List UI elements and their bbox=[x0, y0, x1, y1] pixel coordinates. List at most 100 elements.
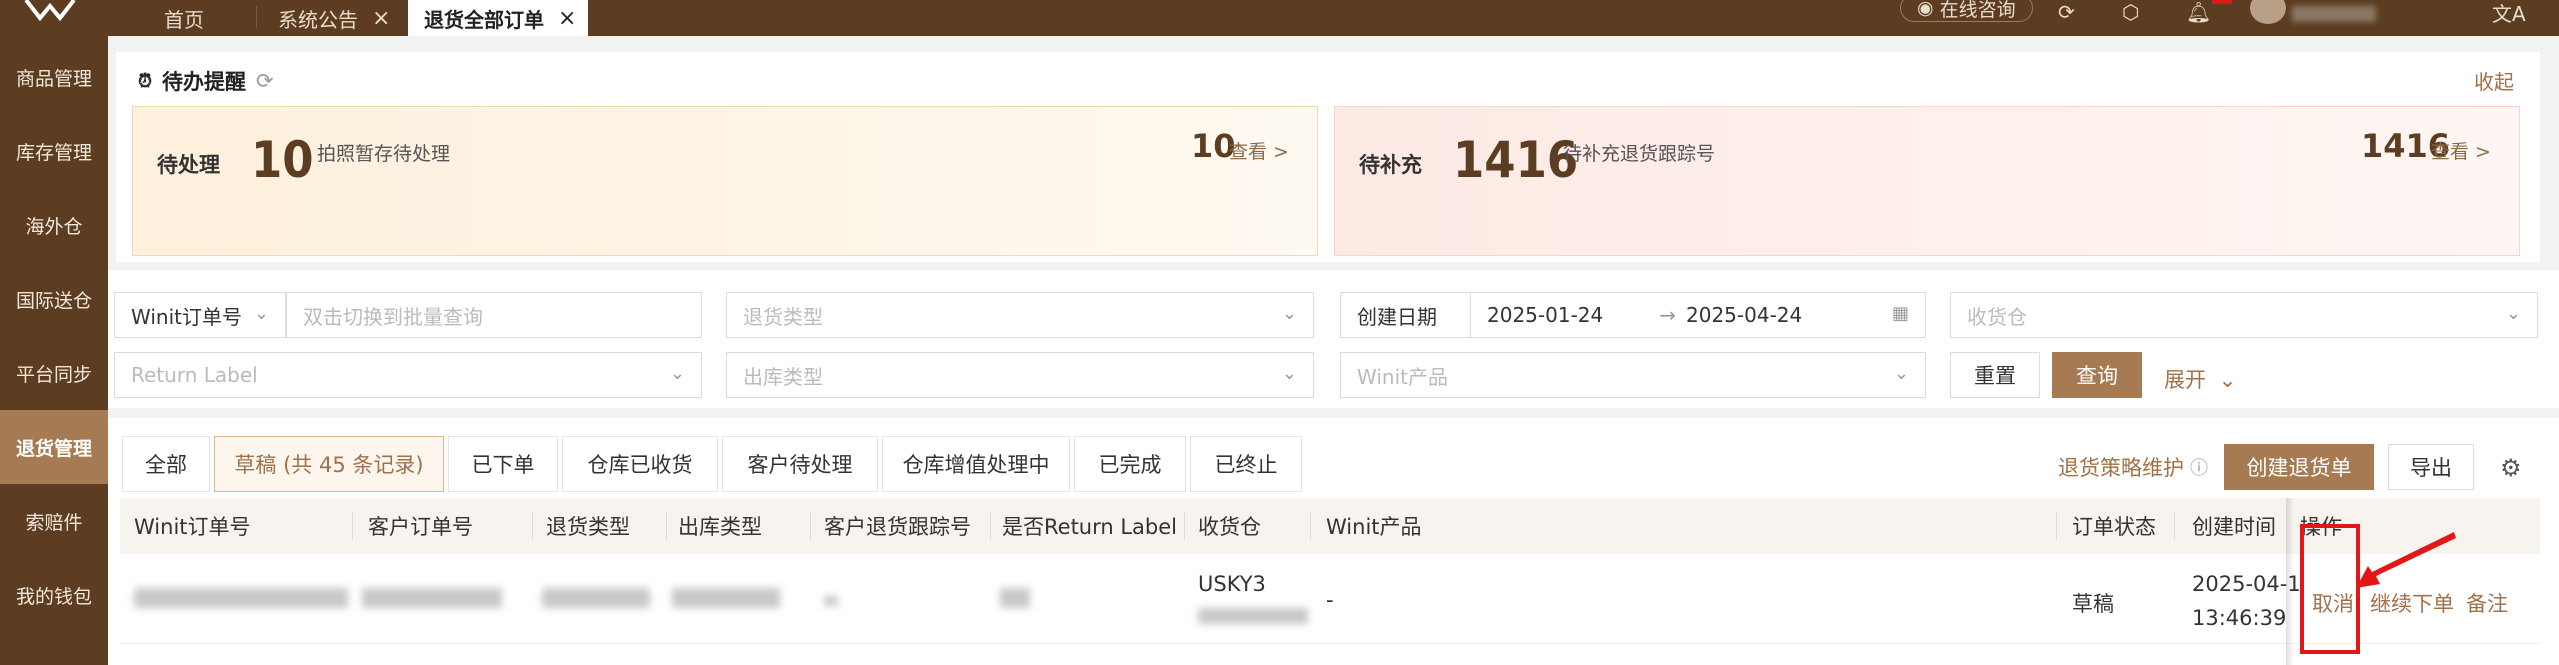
status-tab-ordered[interactable]: 已下单 bbox=[448, 436, 558, 492]
column-divider bbox=[352, 512, 353, 540]
sidebar-item-platform-sync[interactable]: 平台同步 bbox=[0, 336, 108, 410]
status-tab-customer-pending[interactable]: 客户待处理 bbox=[722, 436, 878, 492]
date-from: 2025-01-24 bbox=[1487, 303, 1604, 327]
card-description: 拍照暂存待处理 bbox=[317, 143, 451, 165]
todo-reminder-title: ⏰︎ 待办提醒 ⟳ bbox=[138, 69, 274, 94]
order-number-type-select[interactable]: Winit订单号 ⌄ bbox=[114, 292, 286, 338]
column-divider bbox=[532, 512, 533, 540]
tab-divider bbox=[256, 6, 257, 28]
card-count: 10 bbox=[251, 131, 314, 189]
column-header: Winit产品 bbox=[1326, 515, 1422, 539]
sidebar-item-wallet[interactable]: 我的钱包 bbox=[0, 558, 108, 632]
customer-order-redacted bbox=[362, 588, 502, 608]
order-number-redacted bbox=[134, 588, 348, 608]
expand-filters-link[interactable]: 展开 ⌄ bbox=[2164, 364, 2236, 394]
product-cell: - bbox=[1326, 588, 1334, 612]
status-tab-value-added-processing[interactable]: 仓库增值处理中 bbox=[882, 436, 1070, 492]
tab-home-label: 首页 bbox=[164, 7, 204, 32]
translate-icon[interactable]: 文A bbox=[2492, 0, 2526, 26]
chevron-down-icon: ⌄ bbox=[1281, 363, 1297, 384]
column-header: 出库类型 bbox=[678, 515, 762, 539]
export-button[interactable]: 导出 bbox=[2388, 444, 2474, 490]
card-label: 待补充 bbox=[1359, 153, 1422, 177]
column-divider bbox=[2056, 512, 2057, 540]
sidebar: 商品管理 库存管理 海外仓 国际送仓 平台同步 退货管理 索赔件 我的钱包 bbox=[0, 36, 108, 665]
column-divider bbox=[990, 512, 991, 540]
alarm-icon: ⏰︎ bbox=[138, 70, 153, 92]
return-type-select[interactable]: 退货类型 ⌄ bbox=[726, 292, 1314, 338]
status-tab-all[interactable]: 全部 bbox=[122, 436, 210, 492]
warehouse-select[interactable]: 收货仓 ⌄ bbox=[1950, 292, 2538, 338]
column-header: 创建时间 bbox=[2192, 515, 2276, 539]
column-header: 客户退货跟踪号 bbox=[824, 515, 971, 539]
return-label-select[interactable]: Return Label ⌄ bbox=[114, 352, 702, 398]
sidebar-item-products[interactable]: 商品管理 bbox=[0, 40, 108, 114]
created-time-cell: 13:46:39 bbox=[2192, 606, 2287, 630]
sidebar-item-claims[interactable]: 索赔件 bbox=[0, 484, 108, 558]
created-date-cell: 2025-04-1 bbox=[2192, 572, 2301, 596]
online-consult-button[interactable]: ◉ 在线咨询 bbox=[1900, 0, 2033, 22]
column-divider bbox=[1184, 512, 1185, 540]
return-type-redacted bbox=[542, 588, 650, 608]
date-range-picker[interactable]: 2025-01-24 → 2025-04-24 ▦ bbox=[1470, 292, 1926, 338]
tab-home[interactable]: 首页 bbox=[164, 0, 204, 36]
status-tab-received[interactable]: 仓库已收货 bbox=[562, 436, 718, 492]
collapse-link[interactable]: 收起 bbox=[2474, 66, 2514, 95]
sidebar-item-return-management[interactable]: 退货管理 bbox=[0, 410, 108, 484]
chevron-down-icon: ⌄ bbox=[1893, 363, 1909, 384]
winit-product-select[interactable]: Winit产品 ⌄ bbox=[1340, 352, 1926, 398]
close-icon[interactable]: × bbox=[558, 6, 576, 31]
bell-icon[interactable]: 🔔︎ bbox=[2186, 0, 2211, 24]
avatar[interactable] bbox=[2250, 0, 2286, 24]
top-navigation-bar: 首页 系统公告 × 退货全部订单 × ◉ 在线咨询 ⟳ ⬡ 🔔︎ 文A bbox=[0, 0, 2559, 36]
reset-button[interactable]: 重置 bbox=[1950, 352, 2040, 398]
column-header: 客户订单号 bbox=[368, 515, 473, 539]
remark-button[interactable]: 备注 bbox=[2466, 588, 2508, 618]
pending-card: 待处理 10 拍照暂存待处理 10 查看 > bbox=[132, 106, 1318, 256]
gear-icon[interactable]: ⚙ bbox=[2500, 450, 2522, 486]
chevron-down-icon: ⌄ bbox=[2505, 303, 2521, 324]
warehouse-cell: USKY3 bbox=[1198, 572, 1266, 596]
fixed-column-shadow bbox=[2286, 498, 2294, 665]
card-description: 待补充退货跟踪号 bbox=[1563, 143, 1716, 165]
date-range-arrow: → bbox=[1659, 303, 1676, 327]
sidebar-item-overseas-warehouse[interactable]: 海外仓 bbox=[0, 188, 108, 262]
column-header: 收货仓 bbox=[1198, 515, 1261, 539]
return-label-redacted bbox=[1000, 588, 1030, 608]
status-tab-completed[interactable]: 已完成 bbox=[1074, 436, 1186, 492]
order-number-input[interactable]: 双击切换到批量查询 bbox=[286, 292, 702, 338]
refresh-icon[interactable]: ⟳ bbox=[2058, 0, 2075, 24]
info-icon: ⓘ bbox=[2190, 458, 2208, 479]
create-return-order-button[interactable]: 创建退货单 bbox=[2224, 444, 2374, 490]
card-label: 待处理 bbox=[157, 153, 220, 177]
column-divider bbox=[666, 512, 667, 540]
date-to: 2025-04-24 bbox=[1686, 303, 1803, 327]
outbound-type-select[interactable]: 出库类型 ⌄ bbox=[726, 352, 1314, 398]
status-tab-draft[interactable]: 草稿 (共 45 条记录) bbox=[214, 436, 444, 492]
status-cell: 草稿 bbox=[2072, 592, 2114, 616]
shield-icon[interactable]: ⬡ bbox=[2122, 0, 2139, 24]
column-divider bbox=[1310, 512, 1311, 540]
return-policy-link[interactable]: 退货策略维护 ⓘ bbox=[2058, 452, 2208, 482]
column-header: 是否Return Label bbox=[1002, 515, 1178, 539]
brand-logo-icon[interactable] bbox=[22, 0, 78, 24]
tab-all-return-orders[interactable]: 退货全部订单 × bbox=[408, 0, 588, 36]
close-icon[interactable]: × bbox=[372, 6, 390, 31]
warehouse-detail-redacted bbox=[1198, 608, 1308, 624]
tab-announcements[interactable]: 系统公告 × bbox=[278, 0, 390, 36]
column-header: 订单状态 bbox=[2072, 515, 2156, 539]
date-type-label[interactable]: 创建日期 bbox=[1340, 292, 1472, 338]
view-link[interactable]: 查看 > bbox=[2431, 137, 2491, 164]
outbound-type-redacted bbox=[672, 588, 780, 608]
sidebar-item-inventory[interactable]: 库存管理 bbox=[0, 114, 108, 188]
sidebar-item-international-delivery[interactable]: 国际送仓 bbox=[0, 262, 108, 336]
status-tab-terminated[interactable]: 已终止 bbox=[1190, 436, 1302, 492]
search-button[interactable]: 查询 bbox=[2052, 352, 2142, 398]
annotation-arrow-icon bbox=[2356, 532, 2456, 588]
notification-badge bbox=[2212, 0, 2232, 4]
chevron-down-icon: ⌄ bbox=[669, 363, 685, 384]
chat-icon: ◉ bbox=[1917, 0, 1934, 19]
supplement-card: 待补充 1416 待补充退货跟踪号 1416 查看 > bbox=[1334, 106, 2520, 256]
view-link[interactable]: 查看 > bbox=[1229, 137, 1289, 164]
refresh-icon[interactable]: ⟳ bbox=[256, 69, 274, 93]
